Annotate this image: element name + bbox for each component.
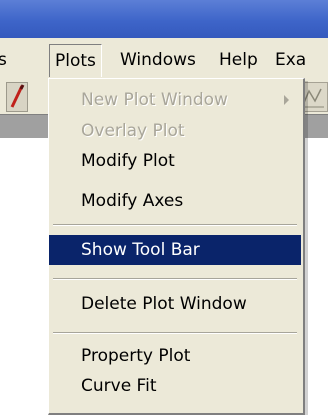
menu-examples-partial[interactable]: Exa [275, 45, 306, 75]
window-title-bar[interactable] [0, 0, 328, 38]
menu-help[interactable]: Help [219, 45, 258, 75]
menu-separator [53, 224, 297, 226]
pen-tool-icon [6, 82, 28, 112]
submenu-arrow-icon [284, 95, 289, 105]
menu-item-modify-plot[interactable]: Modify Plot [49, 146, 301, 176]
menu-item-label: New Plot Window [81, 90, 228, 110]
menu-item-new-plot-window[interactable]: New Plot Window [49, 85, 301, 115]
plots-dropdown-menu: New Plot Window Overlay Plot Modify Plot… [48, 78, 305, 415]
menu-item-delete-plot-window[interactable]: Delete Plot Window [49, 289, 301, 319]
menu-item-property-plot[interactable]: Property Plot [49, 341, 301, 371]
menu-separator [53, 332, 297, 334]
menu-windows[interactable]: Windows [120, 45, 196, 75]
menu-separator [53, 278, 297, 280]
menu-item-partial[interactable]: s [0, 45, 7, 75]
menu-item-show-tool-bar[interactable]: Show Tool Bar [49, 235, 301, 265]
menu-bar: s Plots Windows Help Exa [0, 38, 328, 80]
menu-item-modify-axes[interactable]: Modify Axes [49, 186, 301, 216]
menu-item-overlay-plot[interactable]: Overlay Plot [49, 116, 301, 146]
menu-item-curve-fit[interactable]: Curve Fit [49, 371, 301, 401]
toolbar-button-left[interactable] [0, 80, 30, 114]
menu-plots[interactable]: Plots [49, 44, 102, 77]
